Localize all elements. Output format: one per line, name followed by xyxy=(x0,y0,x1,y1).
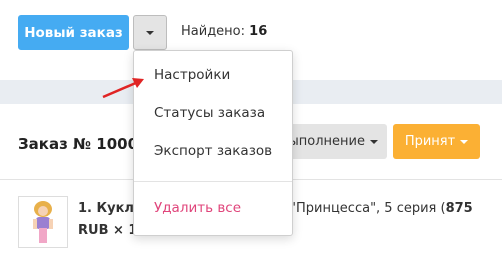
menu-item-order-statuses[interactable]: Статусы заказа xyxy=(154,105,265,121)
chevron-down-icon xyxy=(460,139,469,144)
menu-item-delete-all[interactable]: Удалить все xyxy=(154,200,241,216)
new-order-button[interactable]: Новый заказ xyxy=(18,15,129,50)
order-status-label: ыполнение xyxy=(288,134,365,149)
menu-divider xyxy=(134,181,292,182)
actions-dropdown-menu: Настройки Статусы заказа Экспорт заказов… xyxy=(133,50,293,236)
item-price: 875 xyxy=(445,201,473,216)
order-status-button[interactable]: ыполнение xyxy=(280,124,387,159)
accepted-status-button[interactable]: Принят xyxy=(393,124,480,159)
item-name-rest: "Принцесса", 5 серия ( xyxy=(290,201,446,216)
order-title: Заказ № 10001 xyxy=(18,135,149,153)
menu-item-settings[interactable]: Настройки xyxy=(154,67,230,83)
chevron-down-icon xyxy=(146,30,154,35)
order-item-name-rest: "Принцесса", 5 серия (875 xyxy=(290,201,473,216)
order-item-quantity: RUB × 1 xyxy=(78,223,137,238)
doll-image xyxy=(19,197,67,247)
product-thumbnail[interactable] xyxy=(18,196,68,248)
found-label: Найдено: xyxy=(181,24,246,39)
found-count: 16 xyxy=(249,24,268,39)
found-counter: Найдено: 16 xyxy=(181,24,267,39)
dropdown-toggle-button[interactable] xyxy=(133,15,167,50)
menu-item-export-orders[interactable]: Экспорт заказов xyxy=(154,143,272,159)
chevron-down-icon xyxy=(370,139,378,144)
accepted-label: Принят xyxy=(404,134,456,149)
item-currency-qty: RUB × 1 xyxy=(78,223,138,238)
